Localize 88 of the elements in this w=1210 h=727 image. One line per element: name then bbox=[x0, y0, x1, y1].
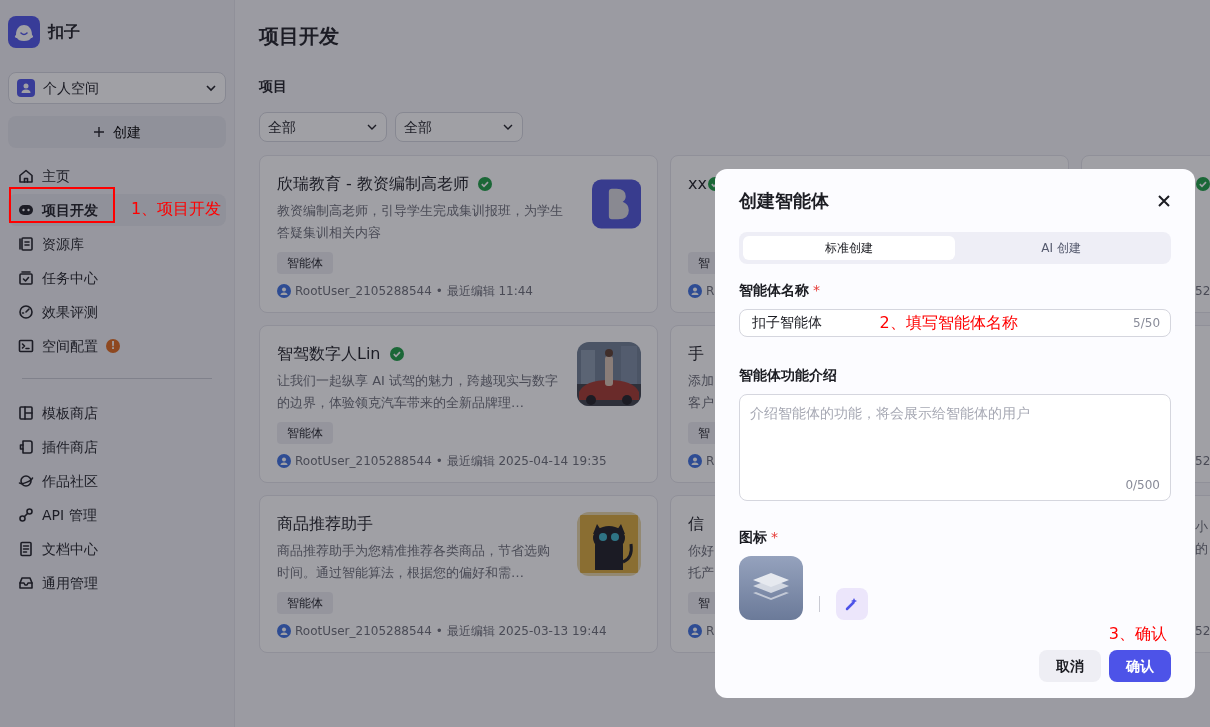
description-field[interactable]: 介绍智能体的功能，将会展示给智能体的用户 0/500 bbox=[739, 393, 1171, 501]
nav-item[interactable]: API 管理 bbox=[8, 499, 226, 531]
avatar-icon bbox=[277, 624, 291, 638]
confirm-button[interactable]: 确认 bbox=[1109, 650, 1171, 682]
card-description: 的 bbox=[1195, 540, 1208, 558]
annotation-note: 1、项目开发 bbox=[131, 198, 222, 220]
card-title: 智驾数字人Lin bbox=[277, 343, 381, 365]
field-label: 图标 bbox=[739, 528, 767, 547]
card-description: 商品推荐助手为您精准推荐各类商品，节省选购时间。通过智能算法，根据您的偏好和需… bbox=[277, 542, 551, 582]
card-meta: RootUser_2105288544 • 最近编辑 11:44 bbox=[295, 283, 533, 300]
card-description: 教资编制高老师，引导学生完成集训报班，为学生答疑集训相关内容 bbox=[277, 202, 564, 242]
card-title: 信 bbox=[688, 513, 704, 535]
card-description: 托产 bbox=[688, 564, 714, 582]
sparkle-icon bbox=[845, 597, 859, 611]
card-meta: R bbox=[706, 283, 715, 300]
nav-item[interactable]: 插件商店 bbox=[8, 431, 226, 463]
document-icon bbox=[18, 541, 34, 557]
card-meta: R bbox=[706, 623, 715, 640]
card-tag: 智能体 bbox=[277, 592, 333, 614]
nav-item[interactable]: 主页 bbox=[8, 160, 226, 192]
card-title: 商品推荐助手 bbox=[277, 513, 373, 535]
nav-item[interactable]: 空间配置 ! bbox=[8, 330, 226, 362]
nav-item[interactable]: 任务中心 bbox=[8, 262, 226, 294]
name-field[interactable]: 扣子智能体 2、填写智能体名称 5/50 bbox=[739, 309, 1171, 337]
card-meta: RootUser_2105288544 • 最近编辑 2025-04-14 19:35 bbox=[295, 453, 607, 470]
generate-icon-button[interactable] bbox=[836, 588, 868, 620]
planet-icon bbox=[18, 473, 34, 489]
mode-tab[interactable]: 标准创建 bbox=[743, 236, 955, 260]
name-input[interactable]: 扣子智能体 bbox=[750, 311, 870, 335]
annotation-note: 3、确认 bbox=[1108, 623, 1167, 645]
card-description: 添加 bbox=[688, 372, 714, 390]
plugin-icon bbox=[18, 439, 34, 455]
card-meta: 52 bbox=[1195, 283, 1210, 300]
card-meta: 52 bbox=[1195, 623, 1210, 640]
mode-tab[interactable]: AI 创建 bbox=[955, 236, 1167, 260]
avatar-icon bbox=[688, 284, 702, 298]
card-title: 手 bbox=[688, 343, 704, 365]
terminal-icon bbox=[18, 338, 34, 354]
nav-item[interactable]: 效果评测 bbox=[8, 296, 226, 328]
field-label: 智能体名称 bbox=[739, 281, 809, 300]
card-meta: RootUser_2105288544 • 最近编辑 2025-03-13 19:44 bbox=[295, 623, 607, 640]
robot-icon bbox=[18, 202, 34, 218]
filter-select[interactable]: 全部 bbox=[395, 112, 523, 142]
nav-item[interactable]: 通用管理 bbox=[8, 567, 226, 599]
section-heading: 项目 bbox=[259, 77, 288, 96]
card-description: 客户 bbox=[688, 394, 714, 412]
filter-select[interactable]: 全部 bbox=[259, 112, 387, 142]
page-title: 项目开发 bbox=[259, 24, 340, 48]
card-meta: 52 bbox=[1195, 453, 1210, 470]
nav-item[interactable]: 模板商店 bbox=[8, 397, 226, 429]
card-meta: R bbox=[706, 453, 715, 470]
card-tag: 智能体 bbox=[277, 422, 333, 444]
create-button[interactable]: 创建 bbox=[8, 116, 226, 148]
gauge-icon bbox=[18, 304, 34, 320]
avatar-icon bbox=[277, 454, 291, 468]
char-counter: 5/50 bbox=[1133, 314, 1160, 332]
nav-item[interactable]: 文档中心 bbox=[8, 533, 226, 565]
alert-badge: ! bbox=[106, 339, 120, 353]
avatar-icon bbox=[688, 624, 702, 638]
link-icon bbox=[18, 507, 34, 523]
card-tag: 智能体 bbox=[277, 252, 333, 274]
nav-item[interactable]: 资源库 bbox=[8, 228, 226, 260]
chevron-down-icon bbox=[205, 82, 217, 94]
annotation-note: 2、填写智能体名称 bbox=[879, 311, 1018, 334]
nav-item[interactable]: 作品社区 bbox=[8, 465, 226, 497]
dialog-title: 创建智能体 bbox=[739, 189, 829, 213]
app-name: 扣子 bbox=[48, 21, 80, 43]
user-icon bbox=[17, 79, 35, 97]
agent-icon-preview bbox=[739, 556, 803, 620]
card-description: 小 bbox=[1195, 518, 1208, 536]
card-description: 你好 bbox=[688, 542, 714, 560]
avatar-icon bbox=[277, 284, 291, 298]
required-mark: * bbox=[813, 281, 820, 300]
card-title: 欣瑞教育 - 教资编制高老师 bbox=[277, 173, 469, 195]
clipboard-check-icon bbox=[18, 270, 34, 286]
layout-icon bbox=[18, 405, 34, 421]
workspace-select[interactable]: 个人空间 bbox=[8, 72, 226, 104]
inbox-icon bbox=[18, 575, 34, 591]
book-icon bbox=[18, 236, 34, 252]
avatar-icon bbox=[688, 454, 702, 468]
cancel-button[interactable]: 取消 bbox=[1039, 650, 1101, 682]
close-icon bbox=[1157, 194, 1171, 208]
field-label: 智能体功能介绍 bbox=[739, 365, 837, 385]
home-icon bbox=[18, 168, 34, 184]
required-mark: * bbox=[771, 528, 778, 547]
card-title: xx bbox=[688, 173, 707, 195]
app-logo bbox=[8, 16, 40, 48]
plus-icon bbox=[93, 126, 105, 138]
